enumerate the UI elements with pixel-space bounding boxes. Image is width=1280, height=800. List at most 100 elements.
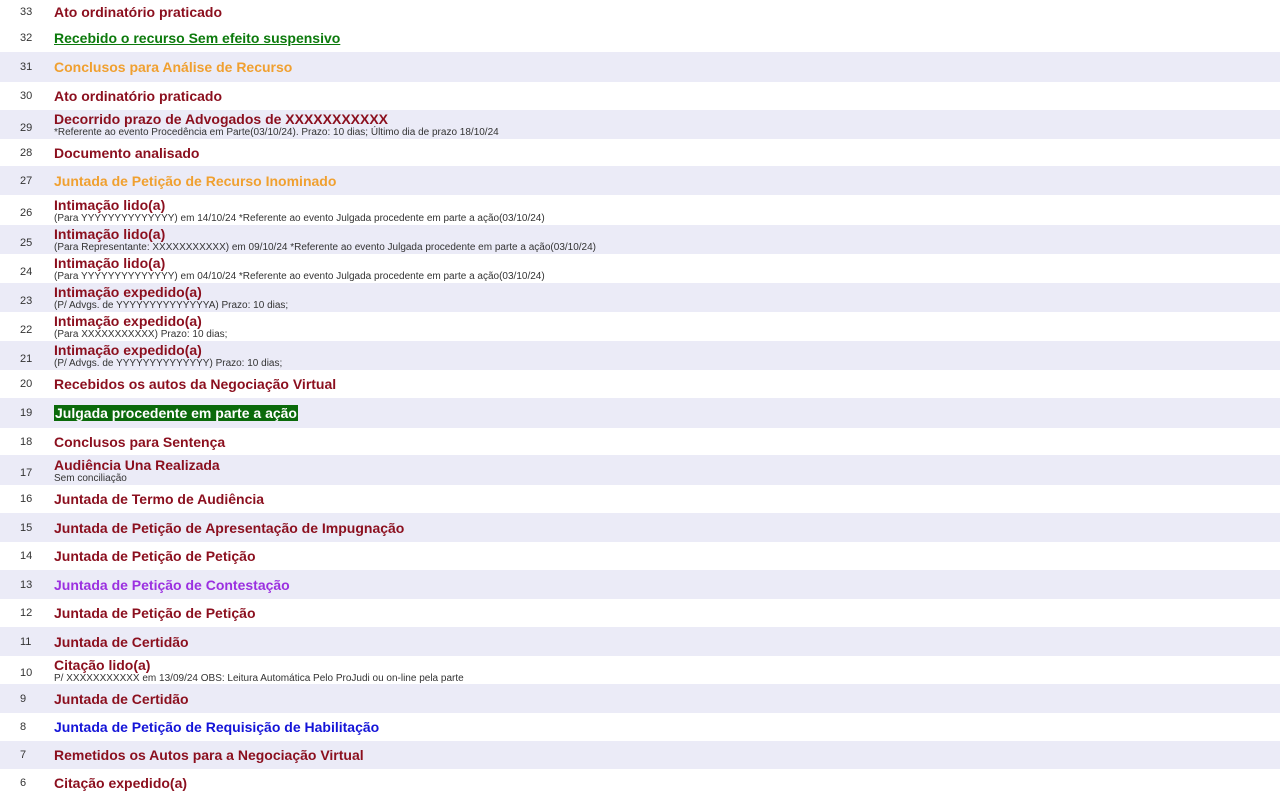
event-number: 16 <box>20 493 33 505</box>
event-title: Conclusos para Análise de Recurso <box>54 59 293 75</box>
event-title: Citação expedido(a) <box>54 774 188 791</box>
event-number: 21 <box>20 352 33 365</box>
event-title: Juntada de Petição de Requisição de Habi… <box>54 719 380 735</box>
event-detail: Sem conciliação <box>54 472 127 484</box>
event-content: Intimação expedido(a) (P/ Advgs. de YYYYY… <box>54 283 1280 312</box>
event-detail: (Para YYYYYYYYYYYYYY) em 14/10/24 *Refer… <box>54 212 545 224</box>
event-title: Juntada de Certidão <box>54 690 189 707</box>
event-title: Remetidos os Autos para a Negociação Vir… <box>54 747 364 763</box>
event-title: Ato ordinatório praticado <box>54 88 222 104</box>
event-row: 32 Recebido o recurso Sem efeito suspensi… <box>0 24 1280 52</box>
event-content: Ato ordinatório praticado <box>54 0 1280 24</box>
event-title: Recebidos os autos da Negociação Virtual <box>54 376 337 392</box>
event-content: Juntada de Petição de Apresentação de Im… <box>54 513 1280 542</box>
event-content: Intimação lido(a) (Para YYYYYYYYYYYYYY) e… <box>54 195 1280 225</box>
event-title: Julgada procedente em parte a ação <box>54 405 298 421</box>
event-title: Juntada de Certidão <box>54 633 189 650</box>
event-content: Juntada de Petição de Petição <box>54 542 1280 570</box>
event-title[interactable]: Recebido o recurso Sem efeito suspensivo <box>54 30 1280 46</box>
event-row: 31 Conclusos para Análise de Recurso <box>0 52 1280 82</box>
event-title: Intimação lido(a) <box>54 255 166 271</box>
event-title: Juntada de Petição de Recurso Inominado <box>54 172 337 189</box>
event-number: 6 <box>20 776 27 789</box>
event-title: Juntada de Petição de Petição <box>54 548 256 564</box>
event-content: Juntada de Termo de Audiência <box>54 485 1280 513</box>
event-content: Juntada de Petição de Requisição de Habi… <box>54 713 1280 741</box>
event-row: 29 Decorrido prazo de Advogados de XXXXXX… <box>0 110 1280 139</box>
event-title: Intimação expedido(a) <box>54 313 202 329</box>
event-detail: *Referente ao evento Procedência em Part… <box>54 127 499 138</box>
event-number: 28 <box>20 146 33 159</box>
event-content: Ato ordinatório praticado <box>54 82 1280 110</box>
event-content: Citação expedido(a) <box>54 769 1280 796</box>
event-number: 8 <box>20 721 27 733</box>
event-title: Juntada de Petição de Apresentação de Im… <box>54 519 405 536</box>
event-number: 11 <box>20 635 32 648</box>
event-title: Decorrido prazo de Advogados de XXXXXXXX… <box>54 111 389 127</box>
event-number: 7 <box>20 749 27 761</box>
event-row: 11 Juntada de Certidão <box>0 627 1280 656</box>
event-content: Intimação lido(a) (Para Representante: XX… <box>54 225 1280 254</box>
event-content: Intimação lido(a) (Para YYYYYYYYYYYYYY) e… <box>54 254 1280 283</box>
event-number: 12 <box>20 607 33 619</box>
event-number: 30 <box>20 90 33 102</box>
event-number: 23 <box>20 294 33 307</box>
event-title: Juntada de Petição de Petição <box>54 605 256 621</box>
event-row: 10 Citação lido(a) P/ XXXXXXXXXXX em 13/09… <box>0 656 1280 684</box>
event-title: Citação lido(a) <box>54 656 151 673</box>
event-number: 20 <box>20 378 33 390</box>
event-content: Juntada de Certidão <box>54 627 1280 656</box>
event-number: 31 <box>20 61 33 73</box>
event-row: 33 Ato ordinatório praticado <box>0 0 1280 24</box>
event-content: Recebidos os autos da Negociação Virtual <box>54 370 1280 398</box>
event-title: Juntada de Termo de Audiência <box>54 491 265 507</box>
event-number: 32 <box>20 32 33 44</box>
event-detail: (Para XXXXXXXXXXX) Prazo: 10 dias; <box>54 329 228 340</box>
event-row: 21 Intimação expedido(a) (P/ Advgs. de YYY… <box>0 341 1280 370</box>
event-content: Decorrido prazo de Advogados de XXXXXXXX… <box>54 110 1280 139</box>
event-row: 12 Juntada de Petição de Petição <box>0 599 1280 627</box>
event-detail: (Para Representante: XXXXXXXXXXX) em 09/… <box>54 242 597 253</box>
event-row: 6 Citação expedido(a) <box>0 769 1280 796</box>
event-content: Conclusos para Análise de Recurso <box>54 52 1280 82</box>
event-content: Remetidos os Autos para a Negociação Vir… <box>54 741 1280 769</box>
event-content: Intimação expedido(a) (P/ Advgs. de YYYYY… <box>54 341 1280 370</box>
event-content: Juntada de Petição de Contestação <box>54 570 1280 599</box>
event-content: Julgada procedente em parte a ação <box>54 398 1280 428</box>
event-row: 25 Intimação lido(a) (Para Representante: … <box>0 225 1280 254</box>
event-content: Intimação expedido(a) (Para XXXXXXXXXXX) … <box>54 312 1280 341</box>
event-list: 33 Ato ordinatório praticado 32 Recebido o … <box>0 0 1280 796</box>
event-content: Recebido o recurso Sem efeito suspensivo <box>54 24 1280 52</box>
event-row: 23 Intimação expedido(a) (P/ Advgs. de YYY… <box>0 283 1280 312</box>
event-row: 22 Intimação expedido(a) (Para XXXXXXXXXXX… <box>0 312 1280 341</box>
event-title: Juntada de Petição de Contestação <box>54 576 290 593</box>
event-number: 26 <box>20 207 33 219</box>
event-row: 15 Juntada de Petição de Apresentação de … <box>0 513 1280 542</box>
event-row: 7 Remetidos os Autos para a Negociação Vi… <box>0 741 1280 769</box>
event-number: 10 <box>20 667 33 679</box>
event-detail: P/ XXXXXXXXXXX em 13/09/24 OBS: Leitura … <box>54 672 464 684</box>
event-content: Citação lido(a) P/ XXXXXXXXXXX em 13/09/2… <box>54 656 1280 684</box>
event-title: Ato ordinatório praticado <box>54 4 222 20</box>
event-number: 14 <box>20 550 33 562</box>
event-detail: (P/ Advgs. de YYYYYYYYYYYYYY) Prazo: 10 … <box>54 358 283 369</box>
event-title: Intimação expedido(a) <box>54 284 202 300</box>
event-number: 19 <box>20 407 33 419</box>
event-content: Juntada de Certidão <box>54 684 1280 713</box>
event-number: 18 <box>20 435 33 448</box>
event-number: 13 <box>20 578 33 591</box>
event-title: Conclusos para Sentença <box>54 433 226 450</box>
event-row: 27 Juntada de Petição de Recurso Inominad… <box>0 166 1280 195</box>
event-detail: (P/ Advgs. de YYYYYYYYYYYYYYA) Prazo: 10… <box>54 300 289 311</box>
event-number: 25 <box>20 236 33 249</box>
event-row: 8 Juntada de Petição de Requisição de Hab… <box>0 713 1280 741</box>
event-content: Audiência Una Realizada Sem conciliação <box>54 455 1280 485</box>
event-number: 27 <box>20 174 33 187</box>
event-number: 17 <box>20 467 33 479</box>
event-content: Conclusos para Sentença <box>54 428 1280 455</box>
event-row: 16 Juntada de Termo de Audiência <box>0 485 1280 513</box>
event-title: Intimação lido(a) <box>54 196 166 213</box>
event-row: 26 Intimação lido(a) (Para YYYYYYYYYYYYYY)… <box>0 195 1280 225</box>
event-title: Intimação expedido(a) <box>54 342 202 358</box>
event-number: 22 <box>20 323 33 336</box>
